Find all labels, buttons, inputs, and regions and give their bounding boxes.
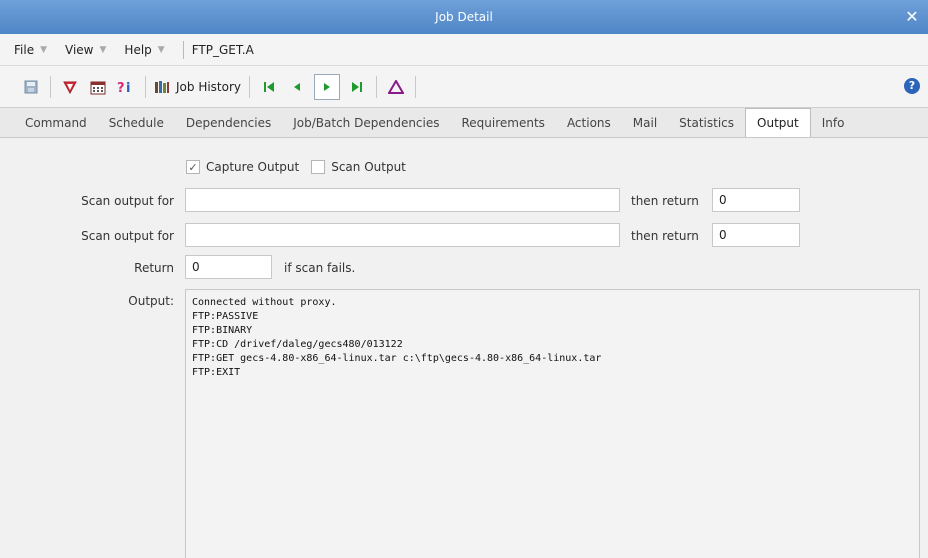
output-line: Connected without proxy. <box>192 297 337 308</box>
calendar-icon <box>90 81 106 94</box>
then-return-label: then return <box>631 194 699 208</box>
output-line: FTP:EXIT <box>192 367 241 378</box>
filter-button[interactable] <box>59 74 81 100</box>
chevron-down-icon: ▼ <box>99 44 107 55</box>
menu-file-label: File <box>14 42 35 57</box>
scan-output-for-label: Scan output for <box>81 229 174 243</box>
toolbar-separator <box>145 75 146 98</box>
menu-help[interactable]: Help ▼ <box>124 43 164 57</box>
tab-requirements[interactable]: Requirements <box>451 109 556 137</box>
first-button[interactable] <box>258 74 280 100</box>
scan-output-checkbox[interactable] <box>311 160 326 174</box>
tab-output[interactable]: Output <box>745 108 811 137</box>
chevron-down-icon: ▼ <box>40 44 48 55</box>
toolbar-separator <box>50 75 51 98</box>
tab-info[interactable]: Info <box>811 109 856 137</box>
tab-dependencies[interactable]: Dependencies <box>175 109 282 137</box>
close-icon[interactable]: ✕ <box>902 0 922 34</box>
help-icon[interactable]: ? <box>904 78 920 94</box>
output-line: FTP:CD /drivef/daleg/gecs480/013122 <box>192 339 403 350</box>
output-options: ✓ Capture Output Scan Output <box>186 160 418 174</box>
delta-icon <box>388 79 405 94</box>
scan-output-for-input[interactable] <box>185 188 620 212</box>
return-label: Return <box>134 261 174 275</box>
filter-icon <box>63 81 77 94</box>
tab-job-batch-dependencies[interactable]: Job/Batch Dependencies <box>282 109 450 137</box>
save-button[interactable] <box>20 74 42 100</box>
output-line: FTP:GET gecs-4.80-x86_64-linux.tar c:\ft… <box>192 353 602 364</box>
fail-note: if scan fails. <box>284 261 356 275</box>
job-history-icon <box>155 80 169 93</box>
calendar-button[interactable] <box>87 74 109 100</box>
tab-mail[interactable]: Mail <box>622 109 668 137</box>
next-button[interactable] <box>314 73 341 100</box>
tab-statistics[interactable]: Statistics <box>668 109 745 137</box>
toolbar-separator <box>249 75 251 98</box>
last-icon <box>352 81 363 92</box>
svg-text:i: i <box>126 81 130 95</box>
toolbar-separator <box>415 75 417 98</box>
capture-output-label[interactable]: Capture Output <box>206 160 299 174</box>
window-title: Job Detail <box>435 10 493 24</box>
then-return-input[interactable]: 0 <box>712 188 800 212</box>
previous-button[interactable] <box>286 74 308 100</box>
then-return-label: then return <box>631 229 699 243</box>
return-input[interactable]: 0 <box>185 255 272 279</box>
menu-bar: File ▼ View ▼ Help ▼ FTP_GET.A <box>0 34 928 66</box>
last-button[interactable] <box>346 74 368 100</box>
job-history-button[interactable]: Job History <box>154 74 241 100</box>
chevron-down-icon: ▼ <box>157 44 165 55</box>
title-bar: Job Detail ✕ <box>0 0 928 34</box>
output-line: FTP:BINARY <box>192 325 253 336</box>
variables-button[interactable]: ? i <box>115 74 137 100</box>
toolbar-separator <box>376 75 378 98</box>
menu-help-label: Help <box>124 42 152 57</box>
toolbar: ? i Job History ? <box>0 66 928 108</box>
menu-view[interactable]: View ▼ <box>65 43 106 57</box>
next-icon <box>324 82 331 91</box>
menu-separator <box>182 40 184 59</box>
job-history-label: Job History <box>176 79 242 94</box>
output-line: FTP:PASSIVE <box>192 311 259 322</box>
tab-bar: Command Schedule Dependencies Job/Batch … <box>0 108 928 138</box>
menu-view-label: View <box>65 42 94 57</box>
then-return-input[interactable]: 0 <box>712 223 800 247</box>
variables-icon: ? i <box>117 81 130 95</box>
previous-icon <box>294 82 301 91</box>
menu-file[interactable]: File ▼ <box>14 43 47 57</box>
output-label: Output: <box>128 294 174 308</box>
delta-button[interactable] <box>385 74 407 100</box>
scan-output-for-label: Scan output for <box>81 194 174 208</box>
job-name: FTP_GET.A <box>191 42 254 57</box>
tab-schedule[interactable]: Schedule <box>98 109 175 137</box>
capture-output-checkbox[interactable]: ✓ <box>186 160 200 174</box>
scan-output-label[interactable]: Scan Output <box>331 160 406 174</box>
svg-text:?: ? <box>117 81 125 95</box>
scan-output-for-input[interactable] <box>185 223 620 247</box>
output-panel: ✓ Capture Output Scan Output Scan output… <box>0 138 928 558</box>
tab-command[interactable]: Command <box>14 109 98 137</box>
first-icon <box>264 81 275 92</box>
tab-actions[interactable]: Actions <box>556 109 622 137</box>
save-icon <box>24 80 38 93</box>
output-textarea[interactable]: Connected without proxy. FTP:PASSIVE FTP… <box>185 289 920 558</box>
